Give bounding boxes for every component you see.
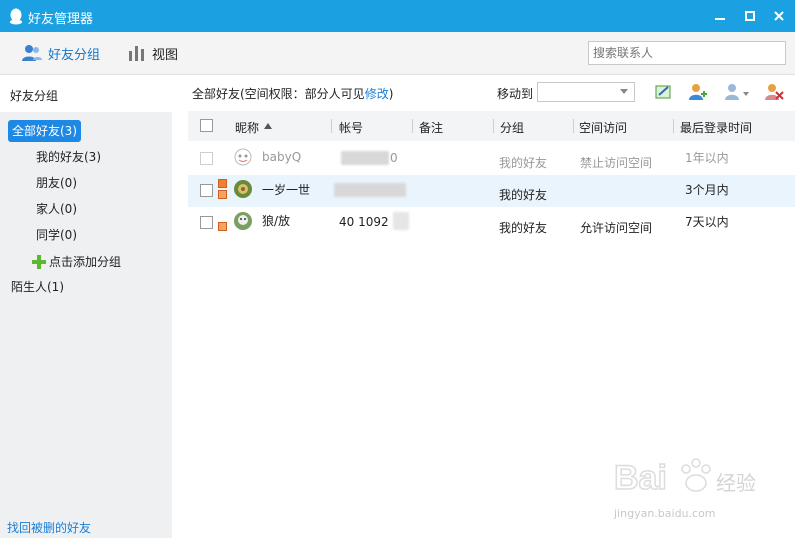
edit-note-icon[interactable]: [654, 82, 674, 102]
svg-text:Bai: Bai: [614, 459, 667, 497]
sidebar-item-classmates[interactable]: 同学(0): [36, 224, 77, 246]
friends-header-text: 全部好友(空间权限：部分人可见: [192, 87, 365, 101]
users-icon: [22, 45, 42, 61]
column-remark[interactable]: 备注: [419, 119, 443, 136]
column-last-login[interactable]: 最后登录时间: [680, 119, 752, 136]
baidu-watermark: Bai jingyan.baidu.com 经验: [610, 445, 770, 525]
sidebar-header: 好友分组: [0, 76, 172, 112]
minimize-button[interactable]: [709, 6, 731, 26]
delete-friend-icon[interactable]: [764, 82, 784, 102]
add-group-button[interactable]: 点击添加分组: [32, 251, 121, 273]
column-group[interactable]: 分组: [500, 119, 524, 136]
sidebar-item-strangers[interactable]: 陌生人(1): [11, 276, 64, 298]
tab-view[interactable]: 视图: [128, 42, 178, 64]
sidebar-item-family[interactable]: 家人(0): [36, 198, 77, 220]
table-header: 昵称 帐号 备注 分组 空间访问 最后登录时间: [188, 111, 795, 141]
row-checkbox[interactable]: [200, 152, 213, 165]
friends-header: 全部好友(空间权限：部分人可见修改): [192, 85, 393, 102]
row-group: 我的好友: [499, 156, 548, 170]
row-checkbox[interactable]: [200, 184, 213, 197]
window-title: 好友管理器: [28, 12, 94, 27]
qzone-status-icon: [218, 179, 227, 188]
row-nickname: 狼/放: [262, 214, 291, 228]
redacted-account: [393, 212, 409, 230]
row-last-login: 3个月内: [685, 183, 729, 197]
table-row[interactable]: 狼/放 40 1092 我的好友 允许访问空间 7天以内: [188, 207, 795, 239]
column-divider: [493, 119, 494, 133]
column-space-access[interactable]: 空间访问: [579, 119, 627, 136]
sidebar-item-friends[interactable]: 朋友(0): [36, 172, 77, 194]
row-group: 我的好友: [499, 221, 548, 235]
column-divider: [573, 119, 574, 133]
row-last-login: 7天以内: [685, 215, 729, 229]
add-group-label: 点击添加分组: [49, 255, 122, 269]
watermark-brand: 经验: [716, 471, 756, 495]
row-group: 我的好友: [499, 188, 548, 202]
plus-icon: [32, 255, 46, 269]
mail-icon: [218, 222, 227, 231]
sidebar-item-all-friends[interactable]: 全部好友(3): [8, 120, 81, 142]
select-all-checkbox[interactable]: [200, 119, 213, 132]
qq-penguin-icon: [10, 8, 22, 25]
column-divider: [673, 119, 674, 133]
column-divider: [331, 119, 332, 133]
friends-header-suffix: ): [388, 87, 394, 101]
row-last-login: 1年以内: [685, 151, 729, 165]
column-nickname[interactable]: 昵称: [235, 119, 259, 136]
avatar: [234, 212, 252, 230]
tab-friend-groups[interactable]: 好友分组: [22, 42, 100, 64]
recover-deleted-friends-link[interactable]: 找回被删的好友: [7, 519, 91, 536]
avatar: [234, 148, 252, 166]
bar-chart-icon: [129, 46, 144, 61]
title-bar: 好友管理器: [0, 0, 795, 32]
redacted-account: [341, 151, 389, 165]
avatar: [234, 180, 252, 198]
redacted-account: [334, 183, 406, 197]
sidebar: 好友分组 全部好友(3) 我的好友(3) 朋友(0) 家人(0) 同学(0) 点…: [0, 76, 172, 538]
tab-friend-groups-label: 好友分组: [48, 47, 101, 63]
search-input[interactable]: [588, 41, 786, 65]
add-friend-icon[interactable]: [688, 82, 708, 102]
modify-permission-link[interactable]: 修改: [365, 87, 389, 101]
column-account[interactable]: 帐号: [339, 119, 363, 136]
table-row[interactable]: 一岁一世 我的好友 3个月内: [188, 175, 795, 207]
row-checkbox[interactable]: [200, 216, 213, 229]
user-settings-icon[interactable]: [724, 82, 750, 102]
row-nickname: babyQ: [262, 150, 302, 164]
mail-icon: [218, 190, 227, 199]
sidebar-item-my-friends[interactable]: 我的好友(3): [36, 146, 101, 168]
close-button[interactable]: [768, 6, 790, 26]
maximize-icon: [745, 11, 755, 21]
row-space-access: 禁止访问空间: [580, 156, 653, 170]
minimize-icon: [715, 18, 725, 20]
move-to-select[interactable]: [537, 82, 635, 102]
move-to-label: 移动到: [497, 87, 534, 101]
row-space-access: 允许访问空间: [580, 221, 653, 235]
tab-view-label: 视图: [152, 47, 179, 63]
column-divider: [412, 119, 413, 133]
close-icon: [774, 11, 784, 21]
maximize-button[interactable]: [739, 6, 761, 26]
row-account: 40 1092: [339, 215, 389, 229]
watermark-url: jingyan.baidu.com: [614, 507, 716, 520]
sort-asc-icon: [264, 123, 272, 129]
main-panel: 全部好友(空间权限：部分人可见修改) 移动到 昵称 帐号 备注 分组 空间访问: [172, 76, 795, 538]
row-account: 0: [390, 151, 398, 165]
toolbar: 好友分组 视图: [0, 32, 795, 75]
chevron-down-icon: [620, 89, 628, 94]
row-nickname: 一岁一世: [262, 183, 311, 197]
table-row[interactable]: babyQ 0 我的好友 禁止访问空间 1年以内: [188, 143, 795, 175]
